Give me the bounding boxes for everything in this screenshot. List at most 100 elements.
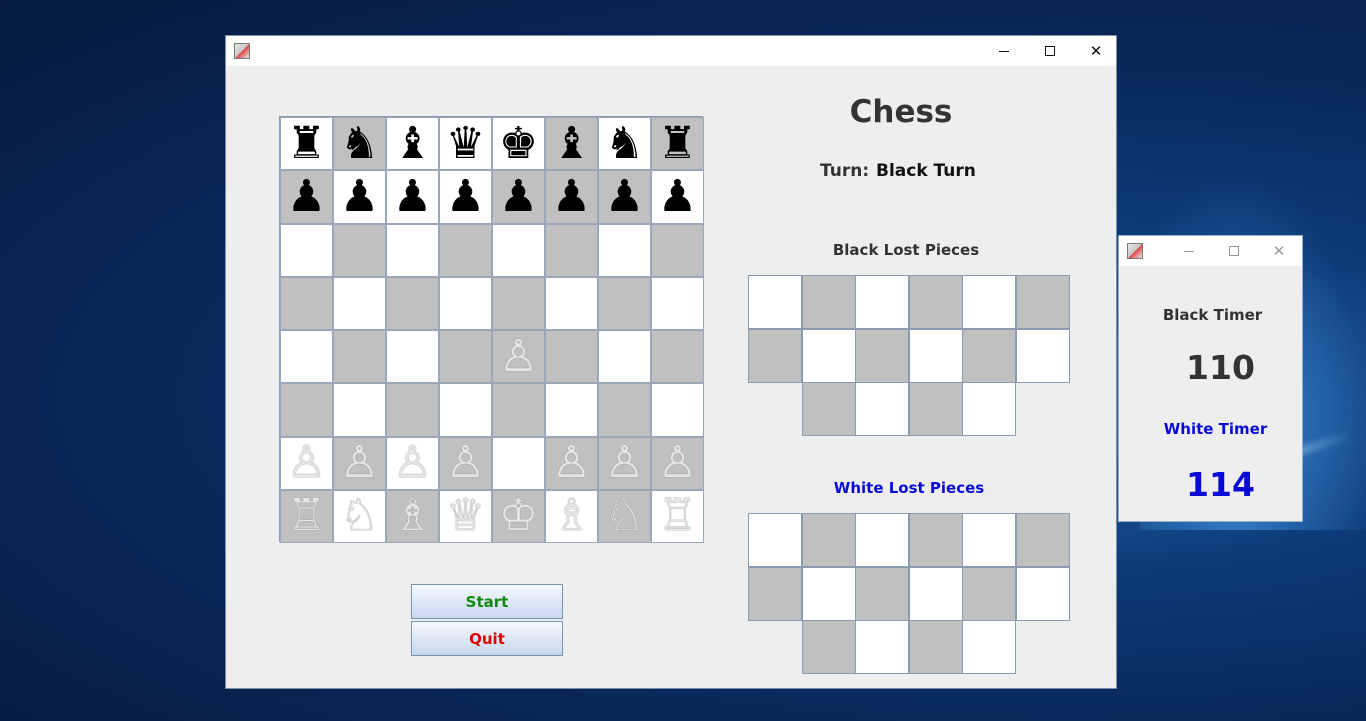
board-square[interactable]: ♟: [386, 170, 439, 224]
board-square[interactable]: [333, 383, 386, 437]
board-square[interactable]: [439, 276, 492, 330]
board-square[interactable]: [545, 223, 598, 277]
board-square[interactable]: ♔: [492, 489, 545, 543]
chess-piece-icon: ♙: [498, 330, 539, 382]
board-square[interactable]: ♜: [651, 117, 704, 171]
board-square[interactable]: ♚: [492, 117, 545, 171]
board-square[interactable]: ♕: [439, 489, 492, 543]
lost-piece-slot: [748, 275, 802, 329]
timer-minimize-button[interactable]: [1167, 236, 1211, 266]
board-square[interactable]: [545, 383, 598, 437]
chess-piece-icon: ♗: [392, 490, 433, 542]
maximize-button[interactable]: [1027, 36, 1073, 66]
board-square[interactable]: ♞: [333, 117, 386, 171]
board-square[interactable]: ♜: [280, 117, 333, 171]
lost-piece-slot: [908, 275, 963, 329]
chess-board: ♜ ♞ ♝ ♛ ♚ ♝ ♞ ♜ ♟ ♟ ♟ ♟ ♟ ♟ ♟ ♟ ♙ ♙ ♙ ♙ ♙ ♙ ♙ ♙ ♖ ♘ ♗ ♕ ♔ ♗ ♘ ♖: [279, 116, 704, 543]
board-square[interactable]: ♟: [280, 170, 333, 224]
chess-piece-icon: ♟: [498, 170, 539, 222]
board-square[interactable]: ♙: [386, 436, 439, 490]
chess-piece-icon: ♙: [392, 437, 433, 489]
lost-piece-slot: [908, 566, 963, 621]
board-square[interactable]: [439, 383, 492, 437]
board-square[interactable]: ♖: [651, 489, 704, 543]
minimize-icon: [1184, 250, 1194, 252]
timer-close-button[interactable]: ✕: [1257, 236, 1301, 266]
board-square[interactable]: ♖: [280, 489, 333, 543]
board-square[interactable]: ♞: [598, 117, 651, 171]
board-square[interactable]: [651, 330, 704, 384]
board-square[interactable]: [492, 436, 545, 490]
board-square[interactable]: ♙: [333, 436, 386, 490]
board-square[interactable]: [333, 223, 386, 277]
board-square[interactable]: ♘: [333, 489, 386, 543]
board-square[interactable]: ♟: [439, 170, 492, 224]
board-square[interactable]: [333, 330, 386, 384]
board-square[interactable]: [333, 276, 386, 330]
board-square[interactable]: [598, 223, 651, 277]
chess-piece-icon: ♟: [339, 170, 380, 222]
board-square[interactable]: ♟: [492, 170, 545, 224]
lost-piece-slot: [748, 328, 802, 383]
timer-maximize-button[interactable]: [1212, 236, 1256, 266]
start-button[interactable]: Start: [411, 584, 563, 619]
quit-button[interactable]: Quit: [411, 621, 563, 656]
board-square[interactable]: [386, 330, 439, 384]
chess-piece-icon: ♙: [445, 437, 486, 489]
timer-titlebar[interactable]: ✕: [1119, 236, 1302, 266]
board-square[interactable]: [545, 330, 598, 384]
board-square[interactable]: ♙: [280, 436, 333, 490]
chess-piece-icon: ♔: [498, 490, 539, 542]
board-square[interactable]: [280, 276, 333, 330]
lost-piece-slot: [855, 513, 909, 567]
board-square[interactable]: [280, 383, 333, 437]
board-square[interactable]: ♙: [545, 436, 598, 490]
lost-piece-slot: [801, 275, 856, 329]
board-square[interactable]: [439, 330, 492, 384]
board-square[interactable]: ♗: [386, 489, 439, 543]
board-square[interactable]: ♙: [651, 436, 704, 490]
board-square[interactable]: ♟: [651, 170, 704, 224]
board-square[interactable]: ♘: [598, 489, 651, 543]
board-square[interactable]: ♟: [598, 170, 651, 224]
board-square[interactable]: [492, 223, 545, 277]
board-square[interactable]: [386, 383, 439, 437]
board-square[interactable]: ♟: [333, 170, 386, 224]
board-square[interactable]: ♝: [386, 117, 439, 171]
lost-piece-slot: [801, 620, 856, 674]
chess-main-window: ✕ ♜ ♞ ♝ ♛ ♚ ♝ ♞ ♜ ♟ ♟ ♟ ♟ ♟ ♟ ♟ ♟ ♙ ♙ ♙ ♙ ♙ ♙ ♙ ♙ ♖ ♘ ♗ ♕ ♔ ♗ ♘ ♖ Chess…: [225, 35, 1117, 689]
board-square[interactable]: ♝: [545, 117, 598, 171]
board-square[interactable]: ♙: [492, 330, 545, 384]
board-square[interactable]: [280, 223, 333, 277]
board-square[interactable]: [280, 330, 333, 384]
board-square[interactable]: ♙: [439, 436, 492, 490]
white-timer-value: 114: [1186, 465, 1255, 504]
board-square[interactable]: ♛: [439, 117, 492, 171]
chess-piece-icon: ♞: [604, 117, 645, 169]
chess-piece-icon: ♟: [392, 170, 433, 222]
board-square[interactable]: [545, 276, 598, 330]
board-square[interactable]: ♗: [545, 489, 598, 543]
board-square[interactable]: [651, 383, 704, 437]
lost-piece-slot: [748, 513, 802, 567]
board-square[interactable]: [598, 276, 651, 330]
board-square[interactable]: [598, 383, 651, 437]
minimize-button[interactable]: [981, 36, 1027, 66]
chess-piece-icon: ♙: [657, 437, 698, 489]
close-button[interactable]: ✕: [1073, 36, 1119, 66]
board-square[interactable]: [439, 223, 492, 277]
chess-piece-icon: ♟: [604, 170, 645, 222]
board-square[interactable]: [386, 276, 439, 330]
board-square[interactable]: [651, 276, 704, 330]
java-cup-icon: [1127, 243, 1143, 259]
board-square[interactable]: [386, 223, 439, 277]
board-square[interactable]: [598, 330, 651, 384]
board-square[interactable]: [492, 276, 545, 330]
board-square[interactable]: ♟: [545, 170, 598, 224]
board-square[interactable]: [651, 223, 704, 277]
main-titlebar[interactable]: ✕: [226, 36, 1116, 66]
board-square[interactable]: ♙: [598, 436, 651, 490]
chess-piece-icon: ♖: [657, 490, 698, 542]
black-lost-pieces-title: Black Lost Pieces: [832, 241, 980, 259]
board-square[interactable]: [492, 383, 545, 437]
